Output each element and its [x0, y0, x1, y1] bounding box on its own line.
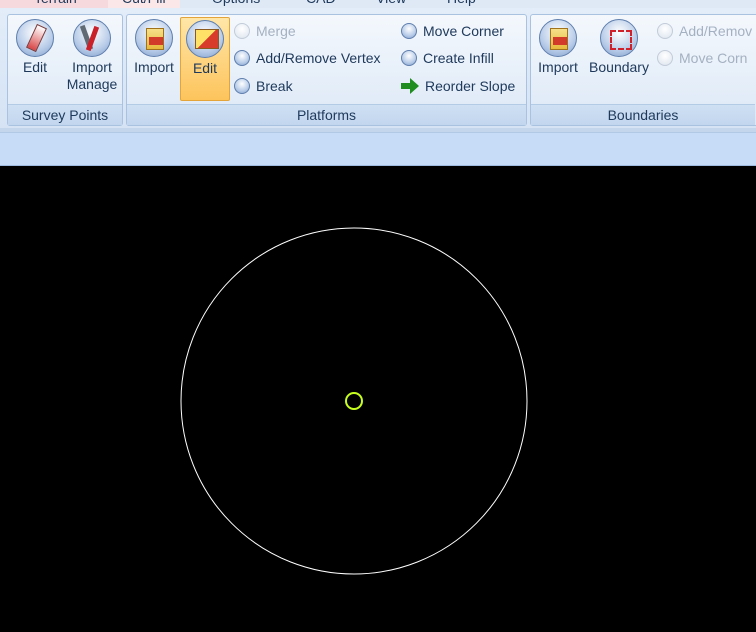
tab-terrain[interactable]: Terrain: [0, 0, 108, 8]
add-remove-vertex-label: Add/Remove Vertex: [256, 50, 381, 66]
boundary-icon: [600, 19, 638, 57]
survey-points-import-manage-button[interactable]: Import Manage: [62, 17, 122, 93]
pen-icon: [16, 19, 54, 57]
boundary-button[interactable]: Boundary: [587, 17, 651, 76]
vertex-icon: [234, 50, 250, 66]
center-marker[interactable]: [345, 392, 363, 410]
canvas-svg: [180, 227, 528, 575]
green-arrow-icon: [401, 78, 419, 94]
tab-cut-fill[interactable]: Cut/Fill: [108, 0, 180, 8]
group-boundaries: Import Boundary Add/Remov Move Corn Boun…: [530, 14, 756, 126]
move-corner-icon: [401, 23, 417, 39]
reorder-slope-button[interactable]: Reorder Slope: [401, 75, 515, 97]
survey-points-import-label: Import Manage: [66, 59, 118, 92]
drawing-canvas[interactable]: [0, 169, 756, 627]
group-platforms: Import Edit Merge Add/Remove Vertex Brea…: [126, 14, 527, 126]
group-survey-points: Edit Import Manage Survey Points: [7, 14, 123, 126]
boundary-move-corner-button[interactable]: Move Corn: [657, 47, 747, 69]
tab-cad[interactable]: CAD: [306, 0, 336, 8]
ribbon-tab-strip: Terrain Cut/Fill Options CAD View Help: [0, 0, 756, 8]
infill-icon: [401, 50, 417, 66]
platforms-import-button[interactable]: Import: [129, 17, 179, 76]
platforms-edit-button[interactable]: Edit: [180, 17, 230, 101]
boundary-add-remove-button[interactable]: Add/Remov: [657, 20, 752, 42]
boundaries-import-label: Import: [538, 59, 578, 75]
create-infill-label: Create Infill: [423, 50, 494, 66]
vertex-icon: [657, 23, 673, 39]
tab-options[interactable]: Options: [212, 0, 260, 8]
survey-points-edit-label: Edit: [22, 59, 48, 75]
break-label: Break: [256, 78, 293, 94]
merge-label: Merge: [256, 23, 296, 39]
break-button[interactable]: Break: [234, 75, 293, 97]
group-label-platforms: Platforms: [127, 104, 526, 125]
boundaries-import-button[interactable]: Import: [533, 17, 583, 76]
move-corner-icon: [657, 50, 673, 66]
boundary-move-corner-label: Move Corn: [679, 50, 748, 66]
merge-icon: [234, 23, 250, 39]
group-label-survey-points: Survey Points: [8, 104, 122, 125]
create-infill-button[interactable]: Create Infill: [401, 47, 494, 69]
tab-view[interactable]: View: [376, 0, 406, 8]
survey-points-edit-button[interactable]: Edit: [10, 17, 60, 76]
import-icon: [539, 19, 577, 57]
tab-help[interactable]: Help: [447, 0, 476, 8]
move-corner-label: Move Corner: [423, 23, 504, 39]
tools-icon: [73, 19, 111, 57]
boundary-add-remove-label: Add/Remov: [679, 23, 753, 39]
ribbon: Edit Import Manage Survey Points Import …: [0, 8, 756, 128]
edit-icon: [186, 20, 224, 58]
boundary-circle[interactable]: [180, 227, 528, 575]
move-corner-button[interactable]: Move Corner: [401, 20, 504, 42]
group-label-boundaries: Boundaries: [531, 104, 755, 125]
import-icon: [135, 19, 173, 57]
platforms-import-label: Import: [134, 59, 174, 75]
platforms-edit-label: Edit: [192, 60, 218, 76]
boundary-label: Boundary: [589, 59, 649, 75]
break-icon: [234, 78, 250, 94]
info-bar: [0, 132, 756, 166]
add-remove-vertex-button[interactable]: Add/Remove Vertex: [234, 47, 381, 69]
merge-button[interactable]: Merge: [234, 20, 296, 42]
reorder-slope-label: Reorder Slope: [425, 78, 516, 94]
